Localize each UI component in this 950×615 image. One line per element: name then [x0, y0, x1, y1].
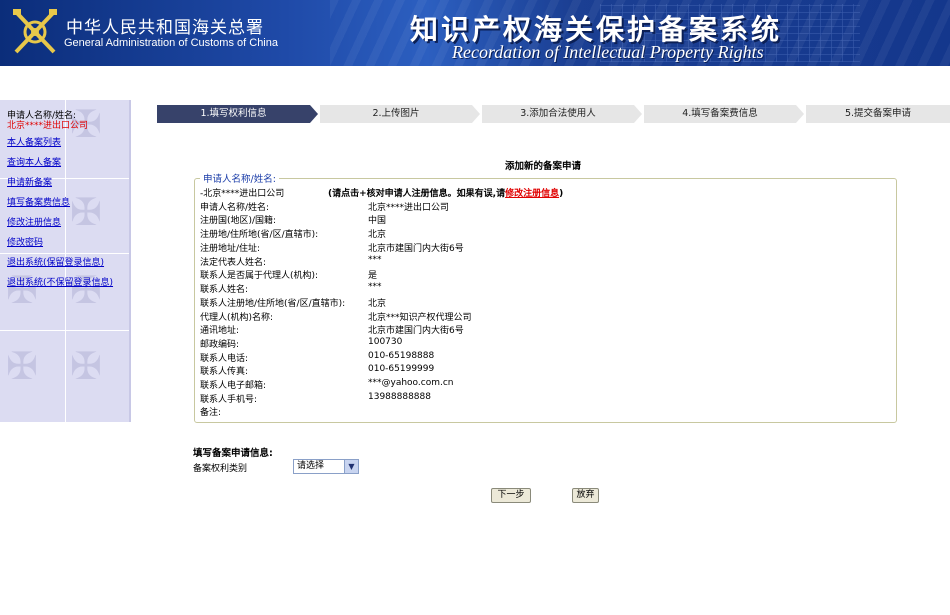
note-prefix: (请点击+核对申请人注册信息。如果有误,请 [328, 189, 506, 199]
step-arrow [310, 105, 318, 123]
step-arrow [796, 105, 804, 123]
sidebar-item-search-records[interactable]: 查询本人备案 [7, 158, 125, 168]
field-label: 联系人是否属于代理人(机构): [200, 271, 319, 281]
field-value: 100730 [368, 337, 403, 347]
field-value: 010-65198888 [368, 351, 435, 361]
next-button[interactable]: 下一步 [491, 488, 531, 503]
step-3: 3.添加合法使用人 [482, 105, 644, 123]
progress-steps: 1.填写权利信息 2.上传图片 3.添加合法使用人 4.填写备案费信息 5.提交… [157, 105, 950, 123]
step-label: 2.上传图片 [372, 108, 420, 119]
sidebar-item-edit-registration[interactable]: 修改注册信息 [7, 218, 125, 228]
record-type-selected: 请选择 [297, 461, 325, 471]
field-label: 联系人手机号: [200, 395, 258, 405]
note-suffix: ) [559, 189, 564, 199]
step-label: 5.提交备案申请 [844, 108, 912, 119]
field-label: 法定代表人姓名: [200, 258, 267, 268]
field-value: 13988888888 [368, 392, 431, 402]
field-label: 申请人名称/姓名: [200, 203, 270, 213]
header-banner: 中华人民共和国海关总署 General Administration of Cu… [0, 0, 950, 66]
sidebar-item-fee-info[interactable]: 填写备案费信息 [7, 198, 125, 208]
applicant-summary-text: 北京****进出口公司 [203, 189, 285, 199]
field-label: 联系人姓名: [200, 285, 249, 295]
sidebar-item-my-records[interactable]: 本人备案列表 [7, 138, 125, 148]
form-heading: 填写备案申请信息: [193, 448, 273, 459]
org-name-cn: 中华人民共和国海关总署 [66, 18, 264, 38]
field-value: 010-65199999 [368, 364, 435, 374]
field-label: 联系人传真: [200, 367, 249, 377]
field-value: ***@yahoo.com.cn [368, 378, 454, 388]
field-value: 北京 [368, 230, 387, 240]
page-title: 添加新的备案申请 [505, 161, 582, 172]
step-arrow [634, 105, 642, 123]
org-name-en: General Administration of Customs of Chi… [64, 37, 278, 49]
cancel-button[interactable]: 放弃 [572, 488, 599, 503]
system-title-en: Recordation of Intellectual Property Rig… [452, 42, 764, 62]
step-4: 4.填写备案费信息 [644, 105, 806, 123]
field-label: 注册地/住所地(省/区/直辖市): [200, 230, 319, 240]
step-label: 1.填写权利信息 [200, 108, 267, 119]
sidebar-item-logout-clear[interactable]: 退出系统(不保留登录信息) [7, 278, 125, 288]
field-label: 备注: [200, 408, 222, 418]
field-label: 代理人(机构)名称: [200, 313, 274, 323]
field-label: 联系人电子邮箱: [200, 381, 267, 391]
field-value: 北京****进出口公司 [368, 203, 450, 213]
record-type-select[interactable]: 请选择 ▼ [293, 459, 359, 474]
step-2: 2.上传图片 [320, 105, 482, 123]
watermark-emblem-icon: ✠ [70, 344, 102, 388]
step-arrow [472, 105, 480, 123]
step-label: 4.填写备案费信息 [682, 108, 758, 119]
field-value: 北京***知识产权代理公司 [368, 313, 472, 323]
watermark-emblem-icon: ✠ [70, 268, 102, 312]
field-label: 联系人电话: [200, 354, 249, 364]
field-value: 是 [368, 271, 378, 281]
sidebar-item-new-record[interactable]: 申请新备案 [7, 178, 125, 188]
step-1: 1.填写权利信息 [157, 105, 320, 123]
field-label: 注册国(地区)/国籍: [200, 216, 277, 226]
field-value: *** [368, 282, 382, 292]
step-label: 3.添加合法使用人 [520, 108, 596, 119]
field-label: 联系人注册地/住所地(省/区/直辖市): [200, 299, 346, 309]
step-5: 5.提交备案申请 [806, 105, 950, 123]
customs-emblem-icon [13, 9, 57, 54]
field-value: 北京 [368, 299, 387, 309]
watermark-emblem-icon: ✠ [6, 268, 38, 312]
applicant-note: (请点击+核对申请人注册信息。如果有误,请修改注册信息) [328, 186, 563, 199]
field-value: 北京市建国门内大街6号 [368, 326, 464, 336]
applicant-legend: 申请人名称/姓名: [200, 171, 279, 185]
sidebar: ✠ ✠ ✠ ✠ ✠ ✠ 申请人名称/姓名: 北京****进出口公司 本人备案列表… [0, 100, 131, 422]
watermark-emblem-icon: ✠ [6, 344, 38, 388]
field-value: *** [368, 255, 382, 265]
chevron-down-icon[interactable]: ▼ [344, 460, 358, 473]
sidebar-item-change-password[interactable]: 修改密码 [7, 238, 125, 248]
field-value: 北京市建国门内大街6号 [368, 244, 464, 254]
sidebar-user-name: 北京****进出口公司 [7, 121, 89, 131]
record-type-label: 备案权利类别 [193, 464, 248, 474]
sidebar-item-logout-keep[interactable]: 退出系统(保留登录信息) [7, 258, 125, 268]
field-label: 通讯地址: [200, 326, 240, 336]
field-label: 邮政编码: [200, 340, 240, 350]
applicant-summary[interactable]: -北京****进出口公司 [200, 186, 284, 199]
field-label: 注册地址/住址: [200, 244, 261, 254]
field-value: 中国 [368, 216, 387, 226]
edit-registration-link[interactable]: 修改注册信息 [505, 189, 559, 199]
